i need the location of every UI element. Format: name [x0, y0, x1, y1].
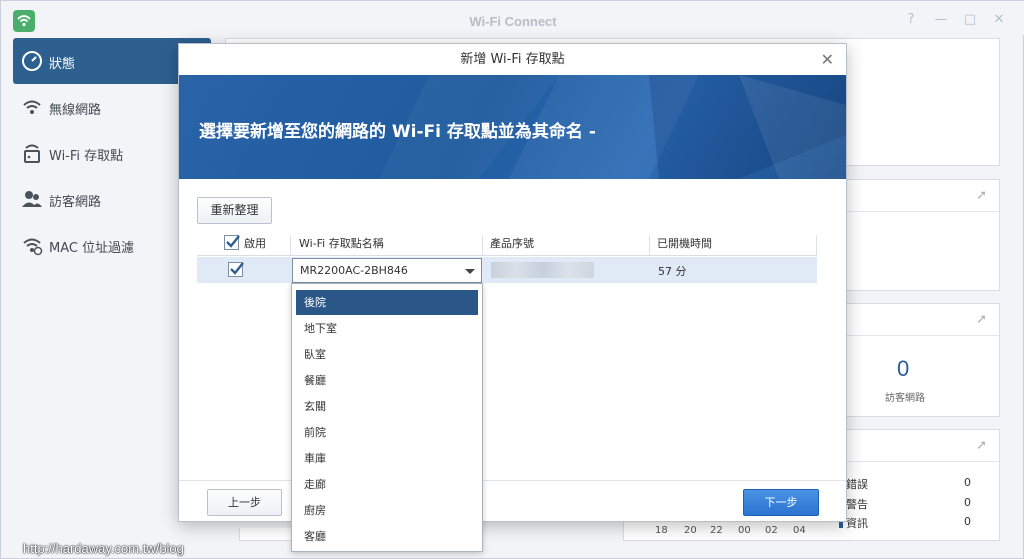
time-tick: 02 [765, 525, 778, 536]
location-dropdown-list: 後院 地下室 臥室 餐廳 玄關 前院 車庫 走廊 廚房 客廳 [291, 283, 483, 552]
close-window-icon[interactable]: ✕ [992, 13, 1006, 27]
close-icon[interactable]: ✕ [821, 50, 834, 69]
dropdown-option[interactable]: 廚房 [296, 498, 478, 523]
app-window: Wi-Fi Connect ? — □ ✕ 狀態 無線網路 Wi-Fi 存取點 [0, 0, 1024, 559]
dialog-banner: 選擇要新增至您的網路的 Wi-Fi 存取點並為其命名 - [179, 75, 846, 179]
sidebar-item-label: Wi-Fi 存取點 [49, 149, 124, 164]
dropdown-option[interactable]: 客廳 [296, 524, 478, 549]
dialog-title: 新增 Wi-Fi 存取點 [460, 52, 565, 67]
time-tick: 04 [793, 525, 806, 536]
wifi-icon [21, 96, 43, 118]
sidebar-item-label: MAC 位址過濾 [49, 241, 135, 256]
column-divider [482, 235, 483, 255]
dropdown-option[interactable]: 臥室 [296, 342, 478, 367]
add-access-point-dialog: 新增 Wi-Fi 存取點 ✕ 選擇要新增至您的網路的 Wi-Fi 存取點並為其命… [178, 43, 847, 552]
legend-warning: 警告 0 [839, 496, 971, 512]
network-panel: ➚ [821, 179, 1000, 291]
time-tick: 22 [710, 525, 723, 536]
gauge-icon [21, 50, 43, 72]
select-all-checkbox[interactable] [224, 235, 240, 250]
legend-info: 資訊 0 [839, 515, 971, 531]
dropdown-option[interactable]: 地下室 [296, 316, 478, 341]
legend-value: 0 [964, 496, 971, 509]
legend-label: 資訊 [846, 517, 868, 530]
back-button[interactable]: 上一步 [207, 489, 282, 516]
router-icon [21, 142, 43, 164]
legend-error: 錯誤 0 [839, 476, 971, 492]
dropdown-option[interactable]: 前院 [296, 420, 478, 445]
title-bar: Wi-Fi Connect ? — □ ✕ [1, 1, 1024, 35]
time-tick: 00 [738, 525, 751, 536]
dialog-footer-divider [179, 480, 846, 481]
legend-label: 警告 [846, 498, 868, 511]
maximize-icon[interactable]: □ [963, 13, 977, 27]
column-uptime: 已開機時間 [657, 237, 712, 250]
access-point-name-select[interactable]: MR2200AC-2BH846 [292, 258, 482, 283]
chevron-down-icon[interactable] [465, 269, 475, 274]
guest-users-icon [21, 188, 43, 210]
serial-number-blurred [491, 262, 594, 278]
sidebar-item-label: 無線網路 [49, 103, 102, 118]
dropdown-option[interactable]: 後院 [296, 290, 478, 315]
dialog-heading: 選擇要新增至您的網路的 Wi-Fi 存取點並為其命名 - [199, 122, 596, 142]
legend-value: 0 [964, 476, 971, 489]
guest-count-label: 訪客網路 [885, 393, 925, 404]
column-name: Wi-Fi 存取點名稱 [299, 237, 384, 250]
enable-checkbox[interactable] [228, 262, 244, 277]
legend-value: 0 [964, 515, 971, 528]
uptime-value: 57 分 [658, 265, 687, 278]
expand-icon[interactable]: ➚ [976, 312, 987, 327]
next-button[interactable]: 下一步 [743, 489, 819, 516]
sidebar-item-label: 訪客網路 [49, 195, 102, 210]
column-divider [290, 235, 291, 255]
window-title: Wi-Fi Connect [469, 14, 557, 29]
dropdown-option[interactable]: 餐廳 [296, 368, 478, 393]
expand-icon[interactable]: ➚ [976, 188, 987, 203]
column-enable: 啟用 [244, 237, 266, 250]
expand-icon[interactable]: ➚ [976, 438, 987, 453]
wifi-filter-icon [21, 234, 43, 256]
panel-header: ➚ [822, 180, 999, 212]
time-tick: 18 [655, 525, 668, 536]
minimize-icon[interactable]: — [934, 13, 948, 27]
guest-count: 0 [897, 356, 910, 381]
dropdown-option[interactable]: 車庫 [296, 446, 478, 471]
sidebar-item-label: 狀態 [49, 57, 76, 72]
time-tick: 20 [684, 525, 697, 536]
column-divider [649, 235, 650, 255]
dropdown-option[interactable]: 走廊 [296, 472, 478, 497]
dropdown-option[interactable]: 玄關 [296, 394, 478, 419]
refresh-button[interactable]: 重新整理 [197, 197, 272, 224]
access-point-name-value: MR2200AC-2BH846 [300, 264, 408, 277]
column-serial: 產品序號 [490, 237, 534, 250]
panel-header: ➚ [822, 304, 999, 336]
help-icon[interactable]: ? [904, 13, 918, 27]
legend-label: 錯誤 [846, 478, 868, 491]
column-divider [816, 235, 817, 255]
watermark: http://hardaway.com.tw/blog [23, 541, 184, 556]
